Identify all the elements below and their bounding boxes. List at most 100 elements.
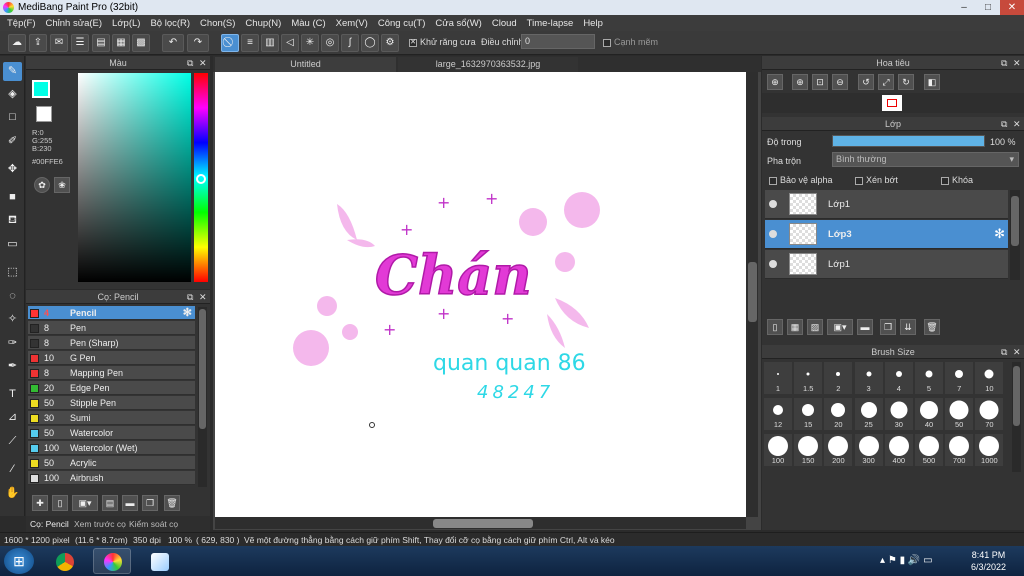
brush-size-option[interactable]: 12 xyxy=(764,398,792,430)
reset-view-icon[interactable]: ⤢ xyxy=(878,74,894,90)
brush-size-option[interactable]: 70 xyxy=(975,398,1004,430)
menu-help[interactable]: Help xyxy=(578,18,608,29)
brush-menu-icon[interactable]: ▣▾ xyxy=(72,495,98,511)
vanishing-snap-icon[interactable]: ◁ xyxy=(281,34,299,52)
brush-item-pencil[interactable]: 4 Pencil ✻ xyxy=(28,306,195,320)
shape-tool-icon[interactable]: ■ xyxy=(3,188,22,207)
ellipse-snap-icon[interactable]: ◯ xyxy=(361,34,379,52)
circle-snap-icon[interactable]: ◎ xyxy=(321,34,339,52)
brush-size-option[interactable]: 100 xyxy=(764,434,792,466)
brush-size-option[interactable]: 5 xyxy=(915,362,943,394)
crosshatch-snap-icon[interactable]: ▥ xyxy=(261,34,279,52)
brush-list-scroll-thumb[interactable] xyxy=(199,309,206,429)
brush-size-option[interactable]: 2 xyxy=(824,362,853,394)
brush-item-watercolor[interactable]: 50 Watercolor xyxy=(28,426,195,440)
menu-file[interactable]: Tệp(F) xyxy=(2,18,41,29)
divide-tool-icon[interactable]: ⊿ xyxy=(3,408,22,427)
panel-float-icon[interactable]: ⧉ xyxy=(1001,56,1007,70)
fit-window-icon[interactable]: ⊡ xyxy=(812,74,828,90)
menu-layer[interactable]: Lớp(L) xyxy=(107,18,145,29)
lock-checkbox[interactable] xyxy=(941,176,949,185)
lasso-tool-icon[interactable]: ◌ xyxy=(3,287,22,306)
new-brush-icon[interactable]: ▯ xyxy=(52,495,68,511)
canvas-vertical-scrollbar[interactable] xyxy=(746,72,758,517)
brush-item-pen-sharp[interactable]: 8 Pen (Sharp) xyxy=(28,336,195,350)
hand-tool-icon[interactable]: ✋ xyxy=(3,484,22,503)
undo-icon[interactable]: ↶ xyxy=(162,34,184,52)
panel-float-icon[interactable]: ⧉ xyxy=(187,290,193,304)
visibility-eye-icon[interactable] xyxy=(769,260,777,268)
paint-taskbar-icon[interactable] xyxy=(140,548,178,574)
brush-size-option[interactable]: 4 xyxy=(884,362,913,394)
radial-snap-icon[interactable]: ✳ xyxy=(301,34,319,52)
menu-cloud[interactable]: Cloud xyxy=(487,18,522,29)
brush-item-stipple-pen[interactable]: 50 Stipple Pen xyxy=(28,396,195,410)
menu-timelapse[interactable]: Time-lapse xyxy=(522,18,579,29)
panel-close-icon[interactable]: ✕ xyxy=(1013,117,1021,131)
brush-tool-icon[interactable]: ✎ xyxy=(3,62,22,81)
visibility-eye-icon[interactable] xyxy=(769,230,777,238)
tab-brush-control[interactable]: Kiểm soát cọ xyxy=(129,519,178,529)
snap-off-icon[interactable]: ⃠ xyxy=(221,34,239,52)
brush-size-option[interactable]: 15 xyxy=(794,398,823,430)
blur-tool-icon[interactable]: ✐ xyxy=(3,132,22,151)
volume-icon[interactable]: 🔊 xyxy=(908,555,920,566)
brush-size-option[interactable]: 30 xyxy=(884,398,913,430)
sharp-option[interactable]: Cạnh mẽm xyxy=(603,37,658,47)
layer-list-scroll-thumb[interactable] xyxy=(1011,196,1019,246)
brush-size-scrollbar[interactable] xyxy=(1012,362,1021,472)
menu-color[interactable]: Màu (C) xyxy=(286,18,330,29)
document-icon[interactable]: ▤ xyxy=(92,34,110,52)
brush-item-g-pen[interactable]: 10 G Pen xyxy=(28,351,195,365)
text-tool-icon[interactable]: T xyxy=(3,385,22,404)
layer-row[interactable]: Lớp1 xyxy=(765,190,1008,219)
redo-icon[interactable]: ↷ xyxy=(187,34,209,52)
brush-item-edge-pen[interactable]: 20 Edge Pen xyxy=(28,381,195,395)
clipping-option[interactable]: Xén bớt xyxy=(855,175,898,185)
duplicate-layer-icon[interactable]: ❐ xyxy=(880,319,896,335)
medibang-taskbar-icon[interactable] xyxy=(93,548,131,574)
brush-size-option[interactable]: 50 xyxy=(945,398,974,430)
tab-untitled[interactable]: Untitled xyxy=(215,57,396,72)
panel-float-icon[interactable]: ⧉ xyxy=(1001,117,1007,131)
layer-row[interactable]: Lớp3 ✻ xyxy=(765,220,1008,249)
select-tool-icon[interactable]: ⬚ xyxy=(3,263,22,282)
tab-large-jpg[interactable]: large_1632970363532.jpg xyxy=(398,57,578,72)
eyedropper-tool-icon[interactable]: ⁄ xyxy=(3,460,22,479)
select-eraser-tool-icon[interactable]: ✒ xyxy=(3,357,22,376)
brush-size-option[interactable]: 1 xyxy=(764,362,792,394)
delete-layer-icon[interactable]: 🗑 xyxy=(924,319,940,335)
opacity-slider[interactable] xyxy=(832,135,985,147)
brush-size-option[interactable]: 150 xyxy=(794,434,823,466)
power-icon[interactable]: ▭ xyxy=(923,555,932,566)
visibility-eye-icon[interactable] xyxy=(769,200,777,208)
saturation-value-picker[interactable] xyxy=(78,73,191,282)
brush-item-mapping-pen[interactable]: 8 Mapping Pen xyxy=(28,366,195,380)
panel-icon[interactable]: ▦ xyxy=(112,34,130,52)
panel-close-icon[interactable]: ✕ xyxy=(1013,345,1021,359)
panel-close-icon[interactable]: ✕ xyxy=(199,290,207,304)
menu-window[interactable]: Cửa sổ(W) xyxy=(430,18,486,29)
maximize-button[interactable]: □ xyxy=(976,0,1000,15)
brush-settings-gear-icon[interactable]: ✻ xyxy=(183,306,192,320)
blend-mode-select[interactable]: Bình thường ▾ xyxy=(832,152,1019,167)
layer-menu-icon[interactable]: ▣▾ xyxy=(827,319,853,335)
snap-settings-icon[interactable]: ⚙ xyxy=(381,34,399,52)
zoom-in-icon[interactable]: ⊕ xyxy=(767,74,783,90)
brush-item-watercolor-wet[interactable]: 100 Watercolor (Wet) xyxy=(28,441,195,455)
delete-brush-icon[interactable]: 🗑 xyxy=(164,495,180,511)
layer-list-scrollbar[interactable] xyxy=(1010,190,1020,280)
protect-alpha-checkbox[interactable] xyxy=(769,176,777,185)
move-tool-icon[interactable]: ✥ xyxy=(3,160,22,179)
add-brush-icon[interactable]: ✚ xyxy=(32,495,48,511)
brush-item-pen[interactable]: 8 Pen xyxy=(28,321,195,335)
canvas-horizontal-scroll-thumb[interactable] xyxy=(433,519,533,528)
operation-tool-icon[interactable]: ⟋ xyxy=(3,432,22,451)
sharp-checkbox[interactable] xyxy=(603,38,611,47)
new-8bit-layer-icon[interactable]: ▨ xyxy=(807,319,823,335)
brush-size-option[interactable]: 1.5 xyxy=(794,362,823,394)
menu-view[interactable]: Xem(V) xyxy=(331,18,373,29)
brush-item-sumi[interactable]: 30 Sumi xyxy=(28,411,195,425)
brush-size-option[interactable]: 1000 xyxy=(975,434,1004,466)
antialias-option[interactable]: ✕ Khử răng cưa xyxy=(409,37,476,47)
